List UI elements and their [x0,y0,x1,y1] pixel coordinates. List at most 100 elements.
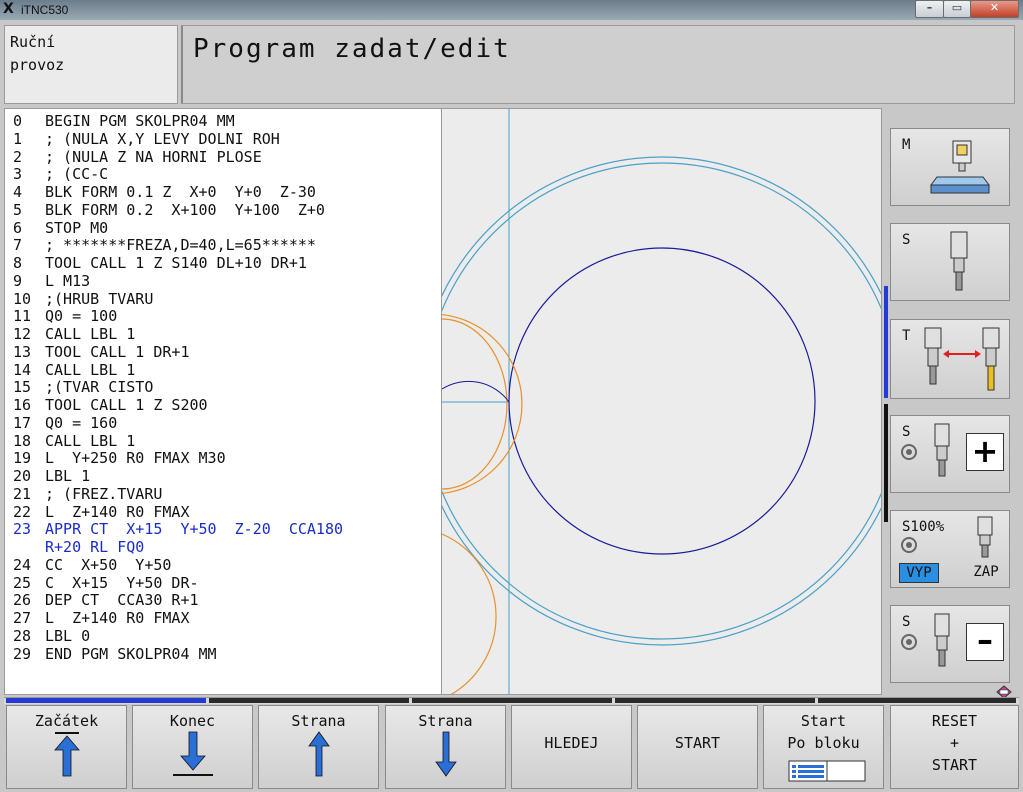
program-line[interactable]: 1 ; (NULA X,Y LEVY DOLNI ROH [13,130,280,148]
side-softkey-bar: M S T S + S100% VYP ZAP S – [884,108,1019,699]
softkey-page-up[interactable]: Strana [258,705,379,789]
program-line[interactable]: 3 ; (CC-C [13,165,108,183]
softkey-label-2: Po bloku [787,734,860,752]
softkey-bar: Začátek Konec Strana Strana HLEDEJ START… [0,705,1023,792]
program-line[interactable]: 22 L Z+140 R0 FMAX [13,503,190,521]
program-line[interactable]: 20 LBL 1 [13,467,90,485]
program-line[interactable]: 27 L Z+140 R0 FMAX [13,609,190,627]
program-line[interactable]: 25 C X+15 Y+50 DR- [13,574,199,592]
override-on-toggle[interactable]: ZAP [969,563,1003,581]
program-line[interactable]: 0 BEGIN PGM SKOLPR04 MM [13,112,235,130]
program-listing[interactable]: 0 BEGIN PGM SKOLPR04 MM 1 ; (NULA X,Y LEVY … [4,108,442,695]
block-icon [788,760,866,782]
close-button[interactable]: ✕ [970,0,1019,18]
machine-mode-box[interactable]: Ruční provoz [4,25,178,104]
softkey-start-block[interactable]: Start Po bloku [763,705,884,789]
program-line[interactable]: 8 TOOL CALL 1 Z S140 DL+10 DR+1 [13,254,307,272]
program-line[interactable]: 5 BLK FORM 0.2 X+100 Y+100 Z+0 [13,201,325,219]
softkey-label: Start [800,712,847,730]
program-line-number: 21 [13,484,32,503]
approach-arc-orange [442,318,508,490]
program-line-number: 7 [13,236,23,255]
program-line-text: ; (NULA X,Y LEVY DOLNI ROH [45,129,280,148]
program-line[interactable]: 24 CC X+50 Y+50 [13,556,171,574]
program-line[interactable]: 6 STOP M0 [13,219,108,237]
program-line-text: ;(HRUB TVARU [45,289,154,308]
program-line[interactable]: 4 BLK FORM 0.1 Z X+0 Y+0 Z-30 [13,183,316,201]
program-line-number: 1 [13,129,23,148]
program-line[interactable]: 2 ; (NULA Z NA HORNI PLOSE [13,148,262,166]
rotation-icon-3 [901,634,917,650]
softkey-spindle-minus[interactable]: S – [890,605,1010,683]
softkey-label: RESET [931,712,978,730]
program-line-number: 12 [13,325,32,343]
program-line[interactable]: 16 TOOL CALL 1 Z S200 [13,396,208,414]
program-line-number: 15 [13,378,32,397]
minimize-button[interactable]: – [915,0,944,18]
maximize-button[interactable]: ▭ [943,0,971,18]
softkey-label: Strana [418,712,473,730]
program-line-text: TOOL CALL 1 DR+1 [45,342,190,361]
softkey-page-down[interactable]: Strana [385,705,506,789]
program-line[interactable]: 29 END PGM SKOLPR04 MM [13,645,217,663]
program-line[interactable]: 9 L M13 [13,272,90,290]
program-line-number: 28 [13,626,32,645]
program-line-text: ;(TVAR CISTO [45,378,154,397]
softkey-row-indicator-5 [818,698,1016,703]
program-line[interactable]: 14 CALL LBL 1 [13,361,135,379]
softkey-s-minus-label: S [902,614,911,630]
contour-graphic [442,108,882,695]
program-line[interactable]: 19 L Y+250 R0 FMAX M30 [13,449,226,467]
program-line-number: 23 [13,520,32,539]
program-line[interactable]: 26 DEP CT CCA30 R+1 [13,591,199,609]
program-line[interactable]: 7 ; *******FREZA,D=40,L=65****** [13,236,316,254]
program-line[interactable]: 28 LBL 0 [13,627,90,645]
program-line-text: ; *******FREZA,D=40,L=65****** [45,236,316,255]
program-line[interactable]: 11 Q0 = 100 [13,307,117,325]
program-line[interactable]: 10 ;(HRUB TVARU [13,290,153,308]
page-title: Program zadat/edit [193,34,511,64]
program-line-text: ; (CC-C [45,165,109,184]
softkey-t-tool-change[interactable]: T [890,319,1010,399]
program-line-text: CALL LBL 1 [45,431,136,450]
softkey-s-label: S [902,232,911,248]
arrow-down-icon [435,731,457,777]
program-line[interactable]: 12 CALL LBL 1 [13,325,135,343]
program-line[interactable]: 21 ; (FREZ.TVARU [13,485,162,503]
softkey-label-3: START [931,756,978,774]
program-line[interactable]: 13 TOOL CALL 1 DR+1 [13,343,190,361]
softkey-m-label: M [902,137,911,153]
program-line-number: 22 [13,502,32,521]
program-line-text: LBL 1 [45,467,91,485]
spindle-minus-icon [934,613,950,667]
softkey-end-page[interactable]: Konec [132,705,253,789]
program-line-number: 4 [13,183,23,201]
override-off-toggle[interactable]: VYP [899,563,939,583]
program-line[interactable]: 17 Q0 = 160 [13,414,117,432]
softkey-label: Strana [291,712,346,730]
program-mode-header: Program zadat/edit [181,25,1015,104]
program-line[interactable]: 18 CALL LBL 1 [13,432,135,450]
program-line[interactable]: 23 APPR CT X+15 Y+50 Z-20 CCA180 [13,520,343,538]
softkey-search[interactable]: HLEDEJ [511,705,632,789]
softkey-start[interactable]: START [637,705,758,789]
program-line-text: TOOL CALL 1 Z S200 [45,396,208,414]
softkey-m-functions[interactable]: M [890,128,1010,206]
program-line-text: BLK FORM 0.1 Z X+0 Y+0 Z-30 [45,183,316,201]
arrow-up-icon [308,731,330,777]
program-line[interactable]: R+20 RL FQ0 [13,538,144,556]
softkey-spindle-override[interactable]: S100% VYP ZAP [890,510,1010,588]
arrow-up-bar-icon [54,732,80,777]
softkey-row-indicator-4 [615,698,815,703]
softkey-spindle-plus[interactable]: S + [890,415,1010,493]
softkey-label: Konec [169,712,216,730]
arrow-down-bar-icon [173,731,213,776]
program-line-number: 0 [13,112,23,130]
softkey-s-spindle[interactable]: S [890,223,1010,301]
program-line[interactable]: 15 ;(TVAR CISTO [13,378,153,396]
program-line-number: 20 [13,467,32,485]
softkey-start-page[interactable]: Začátek [6,705,127,789]
tool-change-icon [924,327,1000,391]
softkey-reset-start[interactable]: RESET + START [890,705,1019,789]
approach-line-blue [442,380,510,403]
